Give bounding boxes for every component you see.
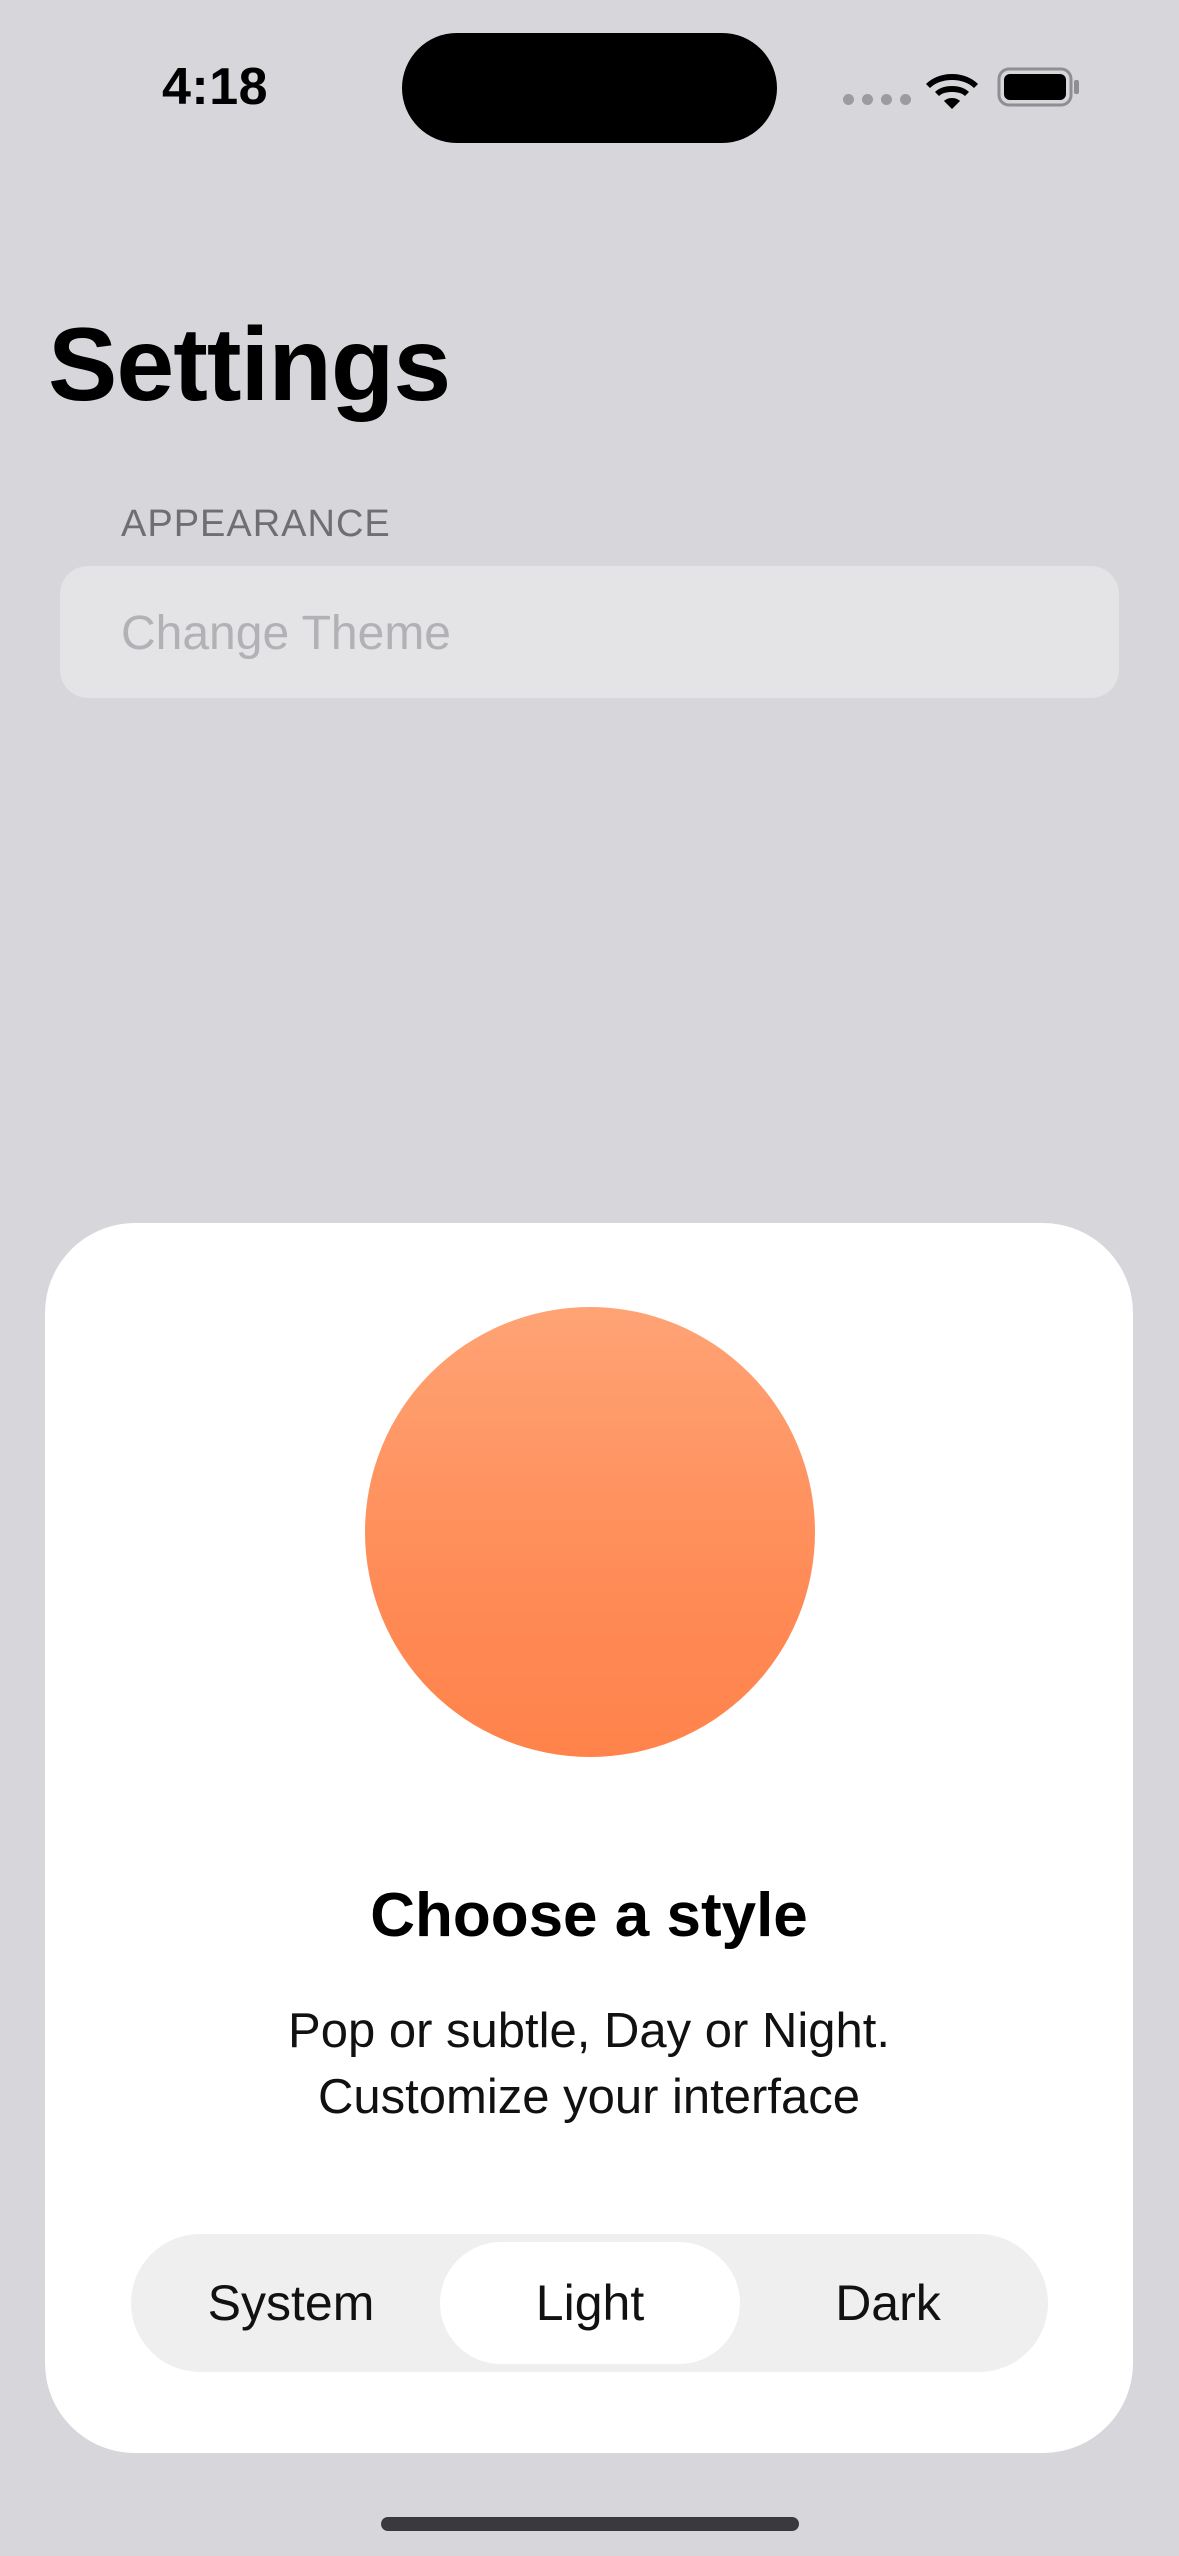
wifi-icon [926,74,978,109]
change-theme-label: Change Theme [121,607,451,660]
sheet-title: Choose a style [370,1881,808,1950]
signal-icon [843,94,911,105]
dynamic-island [402,33,777,143]
segment-light[interactable]: Light [440,2242,740,2364]
page-title: Settings [48,307,451,423]
sheet-subtitle-line-1: Pop or subtle, Day or Night. [288,2004,890,2058]
appearance-section-header: APPEARANCE [121,503,391,545]
home-indicator[interactable] [381,2517,799,2531]
segment-dark[interactable]: Dark [738,2242,1038,2364]
style-picker-sheet: Choose a style Pop or subtle, Day or Nig… [45,1223,1133,2453]
battery-icon [997,67,1079,107]
status-time: 4:18 [162,58,269,116]
theme-segmented-control: System Light Dark [131,2234,1048,2372]
sheet-subtitle: Pop or subtle, Day or Night. Customize y… [45,1998,1133,2130]
theme-preview-circle [365,1307,815,1757]
sheet-subtitle-line-2: Customize your interface [318,2070,860,2124]
change-theme-row[interactable]: Change Theme [60,566,1119,698]
segment-system[interactable]: System [141,2242,441,2364]
